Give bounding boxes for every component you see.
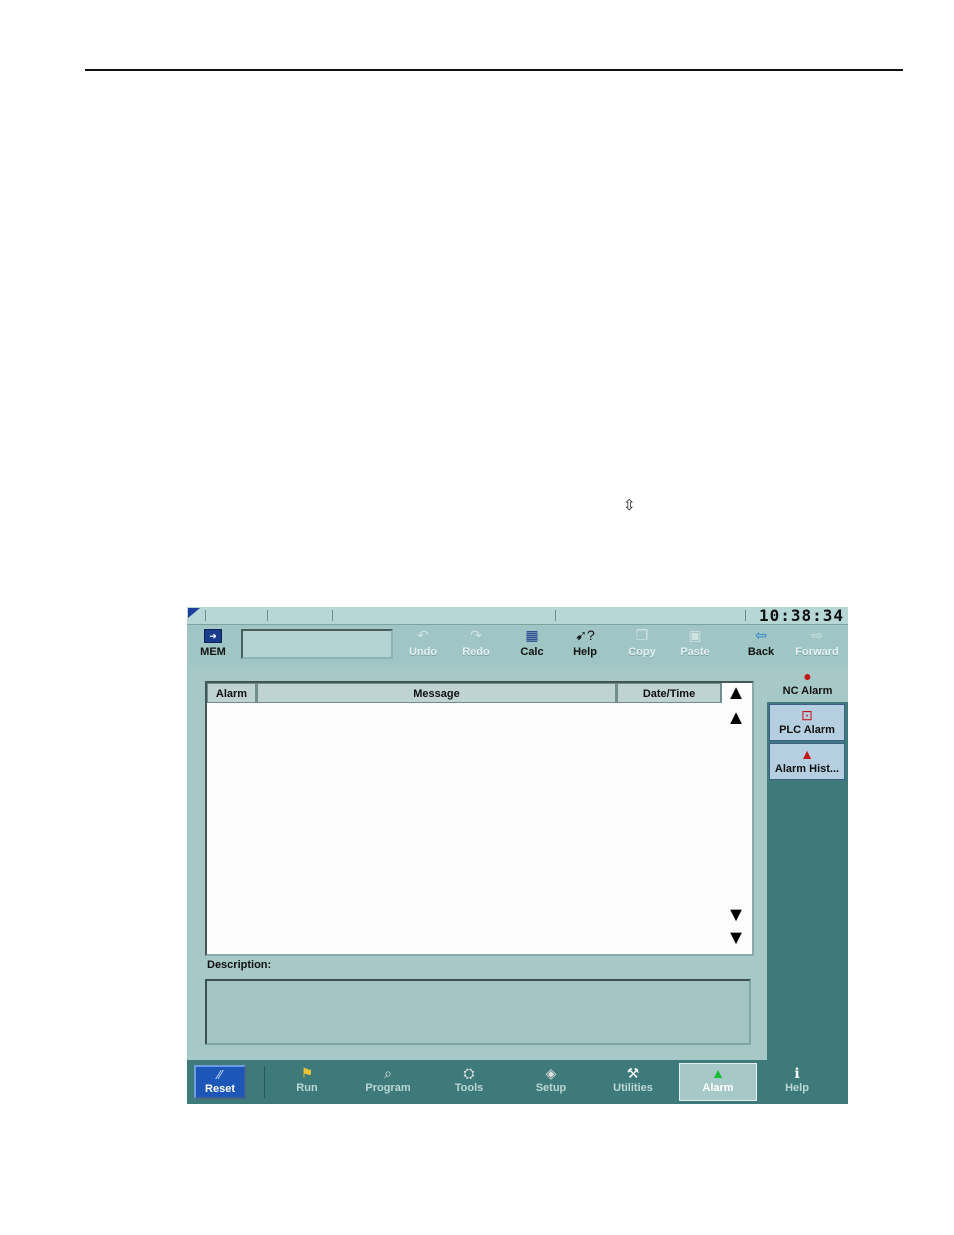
- tab-plc-alarm[interactable]: ⊡ PLC Alarm: [769, 704, 845, 741]
- description-box: [205, 979, 751, 1045]
- back-arrow-icon: ⇦: [755, 627, 767, 643]
- page-top-rule: [85, 69, 903, 71]
- calc-label: Calc: [520, 646, 544, 658]
- alarm-bell-icon: ▲: [711, 1065, 725, 1081]
- scroll-page-down-button[interactable]: ▼: [725, 928, 747, 948]
- clock: 10:38:34: [758, 607, 844, 625]
- nav-tools-label: Tools: [454, 1082, 484, 1094]
- calculator-icon: ▦: [525, 627, 539, 643]
- nav-tools[interactable]: ⛭ Tools: [435, 1064, 503, 1100]
- tab-nc-alarm[interactable]: ● NC Alarm: [767, 665, 848, 702]
- nav-setup[interactable]: ◈ Setup: [517, 1064, 585, 1100]
- nav-run[interactable]: ⚑ Run: [273, 1064, 341, 1100]
- alarm-table-header: Alarm Message Date/Time: [207, 683, 722, 705]
- tab-plc-alarm-label: PLC Alarm: [779, 724, 835, 736]
- nav-setup-label: Setup: [535, 1082, 567, 1094]
- copy-icon: ❐: [635, 627, 649, 643]
- undo-button[interactable]: ↶ Undo: [399, 627, 447, 661]
- column-header-message[interactable]: Message: [257, 683, 617, 703]
- description-label: Description:: [207, 959, 272, 971]
- reset-slash-icon: ⁄⁄: [217, 1067, 223, 1082]
- scroll-down-button[interactable]: ▼: [725, 905, 747, 925]
- resize-cursor-icon: ⇳: [623, 496, 636, 514]
- paste-button[interactable]: ▣ Paste: [671, 627, 719, 661]
- nav-alarm[interactable]: ▲ Alarm: [679, 1063, 757, 1101]
- column-header-datetime[interactable]: Date/Time: [617, 683, 722, 703]
- status-divider: [745, 610, 746, 621]
- status-divider: [555, 610, 556, 621]
- nav-program[interactable]: ⌕ Program: [354, 1064, 422, 1100]
- nav-utilities-label: Utilities: [613, 1082, 653, 1094]
- redo-icon: ↷: [470, 627, 482, 643]
- alarm-table[interactable]: Alarm Message Date/Time ▲ ▲ ▼ ▼: [205, 681, 754, 956]
- redo-label: Redo: [462, 646, 490, 658]
- copy-label: Copy: [628, 646, 656, 658]
- nav-divider: [264, 1066, 265, 1098]
- nav-run-label: Run: [296, 1082, 318, 1094]
- program-icon: ⌕: [384, 1065, 392, 1081]
- toolbar: ➜ MEM ↶ Undo ↷ Redo ▦ Calc ➹? Help ❐ Cop…: [187, 625, 848, 661]
- tab-alarm-history[interactable]: ▲ Alarm Hist...: [769, 743, 845, 780]
- tab-nc-alarm-label: NC Alarm: [782, 685, 833, 697]
- back-button[interactable]: ⇦ Back: [737, 627, 785, 661]
- status-divider: [205, 610, 206, 621]
- info-icon: ℹ: [794, 1065, 800, 1081]
- paste-label: Paste: [680, 646, 710, 658]
- copy-button[interactable]: ❐ Copy: [618, 627, 666, 661]
- help-label: Help: [573, 646, 597, 658]
- program-name-field[interactable]: [241, 629, 393, 659]
- mode-mem-button[interactable]: ➜ MEM: [197, 627, 229, 659]
- redo-button[interactable]: ↷ Redo: [452, 627, 500, 661]
- nav-program-label: Program: [365, 1082, 411, 1094]
- forward-arrow-icon: ⇨: [811, 627, 823, 643]
- alarm-history-icon: ▲: [800, 746, 814, 762]
- mem-arrow-icon: ➜: [204, 629, 222, 643]
- mode-label: MEM: [200, 646, 226, 658]
- utilities-icon: ⚒: [626, 1065, 640, 1081]
- undo-label: Undo: [408, 646, 438, 658]
- scroll-up-button[interactable]: ▲: [725, 708, 747, 728]
- tab-alarm-history-label: Alarm Hist...: [774, 763, 840, 775]
- reset-label: Reset: [205, 1083, 235, 1095]
- calc-button[interactable]: ▦ Calc: [508, 627, 556, 661]
- paste-icon: ▣: [688, 627, 702, 643]
- forward-label: Forward: [795, 646, 839, 658]
- nav-alarm-label: Alarm: [702, 1082, 734, 1094]
- setup-icon: ◈: [545, 1065, 557, 1081]
- undo-icon: ↶: [417, 627, 429, 643]
- status-divider: [332, 610, 333, 621]
- scroll-page-up-button[interactable]: ▲: [725, 683, 747, 703]
- nav-help-label: Help: [785, 1082, 809, 1094]
- corner-flag-icon: [188, 608, 200, 618]
- help-toolbar-button[interactable]: ➹? Help: [561, 627, 609, 661]
- alarm-light-icon: ●: [803, 668, 812, 684]
- plc-alarm-icon: ⊡: [801, 707, 813, 723]
- cnc-screen: 10:38:34 ➜ MEM ↶ Undo ↷ Redo ▦ Calc ➹? H…: [187, 607, 848, 1104]
- tools-icon: ⛭: [463, 1065, 475, 1081]
- alarm-side-tabs: ● NC Alarm ⊡ PLC Alarm ▲ Alarm Hist...: [767, 665, 848, 1060]
- alarm-main-panel: Alarm Message Date/Time ▲ ▲ ▼ ▼ Descript…: [187, 665, 769, 1060]
- column-header-alarm[interactable]: Alarm: [207, 683, 257, 703]
- forward-button[interactable]: ⇨ Forward: [793, 627, 841, 661]
- run-icon: ⚑: [300, 1065, 314, 1081]
- bottom-nav: ⁄⁄ Reset ⚑ Run ⌕ Program ⛭ Tools ◈ Setup…: [187, 1060, 848, 1104]
- status-bar: 10:38:34: [187, 607, 848, 625]
- help-pointer-icon: ➹?: [575, 627, 595, 643]
- back-label: Back: [747, 646, 775, 658]
- nav-help[interactable]: ℹ Help: [763, 1064, 831, 1100]
- reset-button[interactable]: ⁄⁄ Reset: [194, 1065, 246, 1099]
- status-divider: [267, 610, 268, 621]
- nav-utilities[interactable]: ⚒ Utilities: [599, 1064, 667, 1100]
